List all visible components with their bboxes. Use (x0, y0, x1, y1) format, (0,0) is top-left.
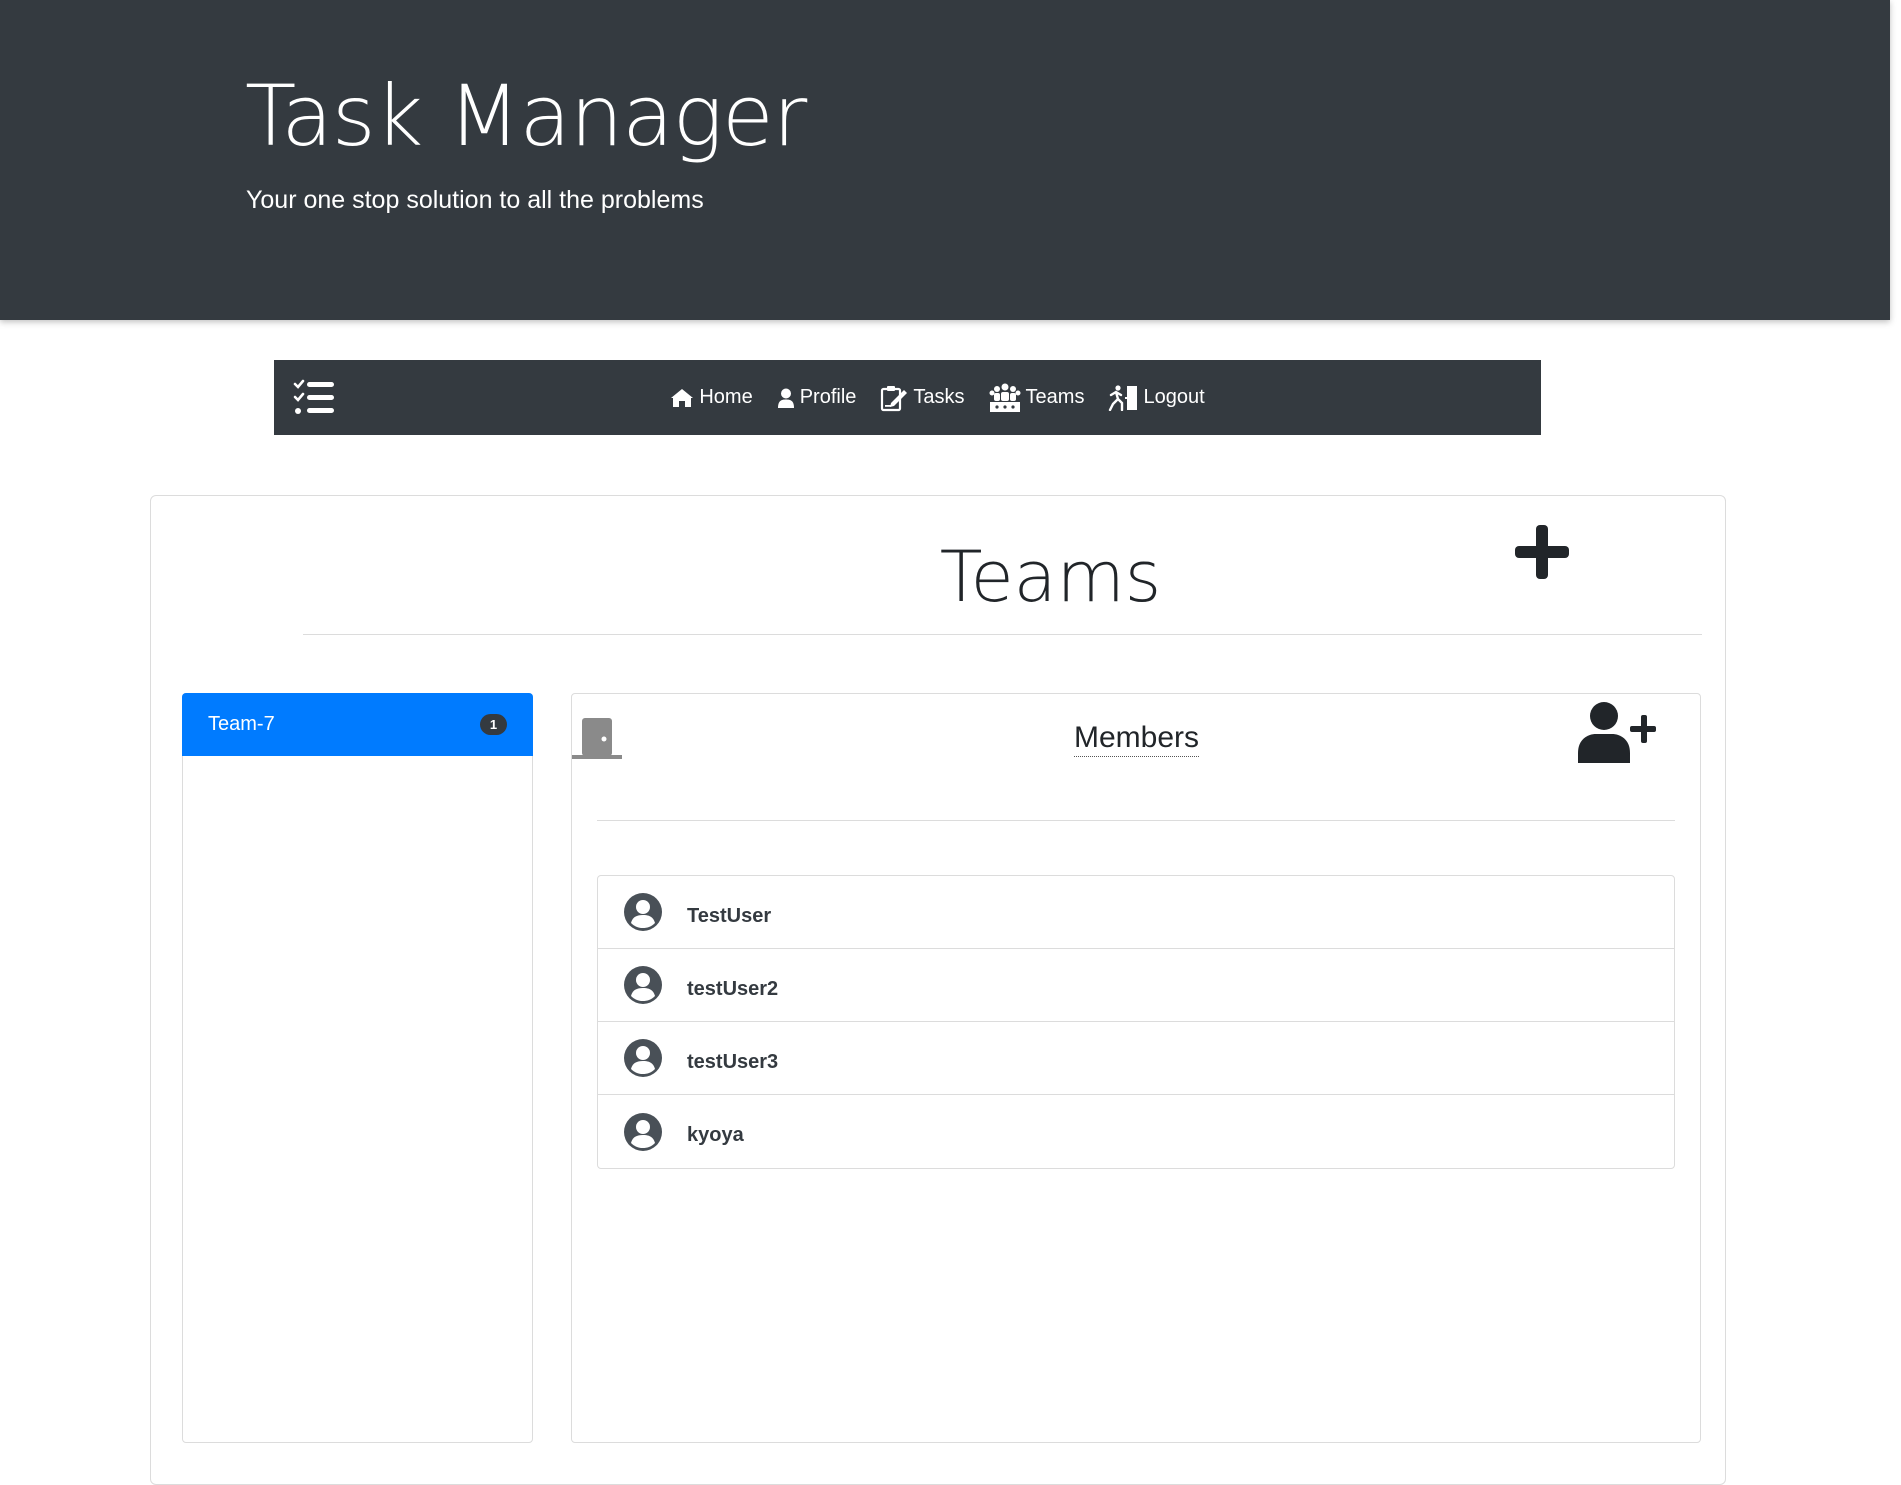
team-count-badge: 1 (480, 714, 507, 735)
list-item[interactable]: kyoya (598, 1095, 1674, 1168)
app-subtitle: Your one stop solution to all the proble… (246, 186, 704, 214)
list-item[interactable]: testUser2 (598, 949, 1674, 1022)
nav-teams-label: Teams (1025, 386, 1085, 408)
user-circle-icon (623, 892, 663, 932)
member-name: testUser3 (687, 1050, 779, 1073)
member-list: TestUser testUser2 testUser3 kyoya (597, 875, 1675, 1169)
team-item-active[interactable]: Team-7 1 (182, 693, 533, 756)
user-plus-icon[interactable] (1578, 701, 1656, 763)
divider (597, 820, 1675, 821)
nav-logout[interactable]: Logout (1108, 384, 1205, 411)
member-name: kyoya (687, 1124, 744, 1146)
user-icon (777, 388, 795, 408)
member-name: TestUser (687, 904, 772, 927)
nav-links: Home Profile Tasks Teams Logout (274, 360, 1541, 435)
nav-tasks[interactable]: Tasks (880, 384, 965, 412)
team-name: Team-7 (208, 713, 275, 735)
home-icon (670, 388, 694, 408)
nav-home-label: Home (699, 386, 753, 408)
page-header: Task Manager Your one stop solution to a… (0, 0, 1890, 320)
page-title: Teams (939, 536, 1162, 618)
door-icon[interactable] (571, 716, 623, 760)
nav-tasks-label: Tasks (913, 386, 965, 408)
app-title: Task Manager (245, 67, 807, 165)
clipboard-edit-icon (880, 384, 908, 412)
list-item[interactable]: testUser3 (598, 1022, 1674, 1095)
nav-logout-label: Logout (1143, 386, 1205, 408)
nav-home[interactable]: Home (670, 386, 753, 409)
list-item[interactable]: TestUser (598, 876, 1674, 949)
nav-teams[interactable]: Teams (989, 383, 1085, 413)
navbar: Home Profile Tasks Teams Logout (274, 360, 1541, 435)
user-circle-icon (623, 1038, 663, 1078)
user-circle-icon (623, 965, 663, 1005)
user-circle-icon (623, 1112, 663, 1152)
team-list: Team-7 1 (182, 693, 533, 1443)
people-group-icon (989, 383, 1021, 413)
running-exit-icon (1108, 384, 1138, 411)
member-name: testUser2 (687, 977, 779, 1000)
nav-profile[interactable]: Profile (777, 386, 857, 409)
members-title: Members (1074, 720, 1200, 757)
nav-profile-label: Profile (799, 386, 857, 408)
plus-icon[interactable] (1515, 525, 1569, 579)
divider (303, 634, 1702, 635)
